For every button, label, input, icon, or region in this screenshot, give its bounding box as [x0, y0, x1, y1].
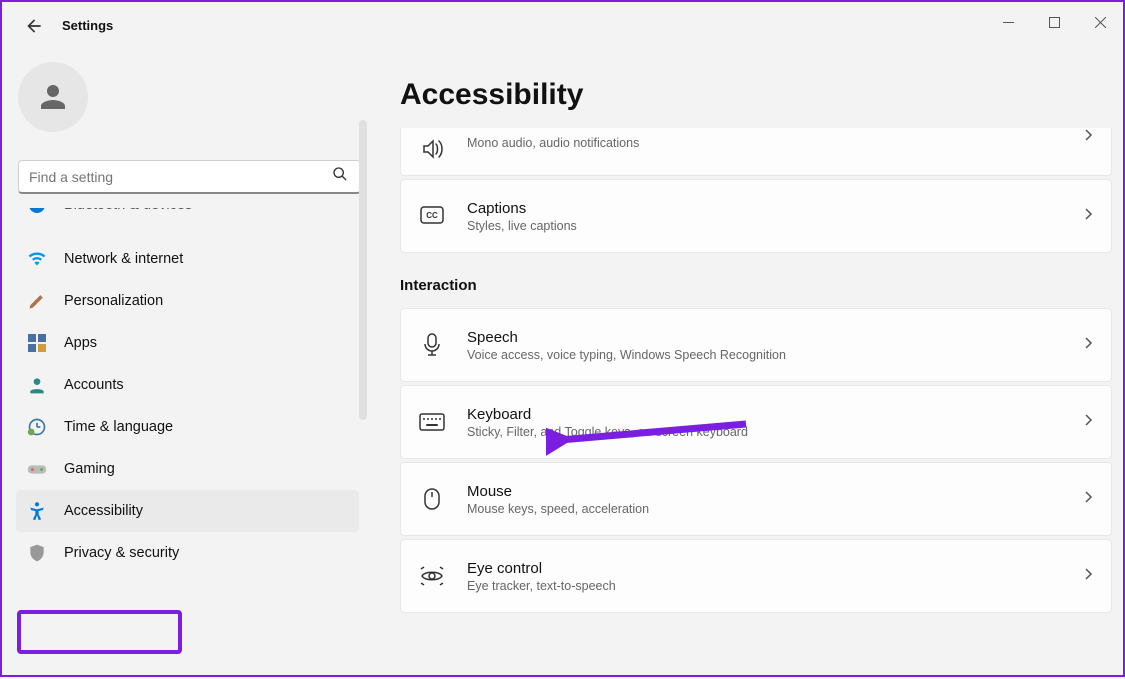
clock-icon — [26, 416, 48, 438]
card-title: Eye control — [467, 560, 1083, 577]
shield-icon — [26, 542, 48, 564]
sidebar-item-personalization[interactable]: Personalization — [16, 280, 359, 322]
search-icon — [332, 166, 350, 187]
section-header: Interaction — [400, 277, 1112, 294]
window-title: Settings — [62, 18, 113, 33]
sidebar-item-time[interactable]: Time & language — [16, 406, 359, 448]
sidebar-item-privacy[interactable]: Privacy & security — [16, 532, 359, 574]
card-captions[interactable]: CC Captions Styles, live captions — [400, 179, 1112, 253]
wifi-icon — [26, 248, 48, 270]
minimize-button[interactable] — [985, 6, 1031, 38]
captions-icon: CC — [419, 203, 445, 229]
sidebar-item-label: Privacy & security — [64, 545, 179, 561]
card-subtitle: Eye tracker, text-to-speech — [467, 579, 1083, 593]
maximize-button[interactable] — [1031, 6, 1077, 38]
sidebar-item-label: Apps — [64, 335, 97, 351]
gamepad-icon — [26, 458, 48, 480]
accessibility-icon — [26, 500, 48, 522]
sidebar-item-label: Accessibility — [64, 503, 143, 519]
back-button[interactable] — [24, 16, 48, 40]
page-title: Accessibility — [400, 78, 1112, 112]
card-subtitle: Voice access, voice typing, Windows Spee… — [467, 348, 1083, 362]
annotation-highlight — [17, 610, 182, 654]
sidebar-scrollbar[interactable] — [359, 120, 367, 420]
sidebar-item-label: Network & internet — [64, 251, 183, 267]
eye-icon — [419, 563, 445, 589]
search-input[interactable] — [18, 160, 361, 194]
svg-text:CC: CC — [426, 211, 438, 220]
audio-icon — [419, 136, 445, 162]
sidebar-item-accessibility[interactable]: Accessibility — [16, 490, 359, 532]
sidebar-item-label: Gaming — [64, 461, 115, 477]
chevron-right-icon — [1083, 336, 1097, 354]
apps-icon — [26, 332, 48, 354]
chevron-right-icon — [1083, 128, 1097, 146]
card-eye-control[interactable]: Eye control Eye tracker, text-to-speech — [400, 539, 1112, 613]
sidebar-item-label: Accounts — [64, 377, 124, 393]
card-mouse[interactable]: Mouse Mouse keys, speed, acceleration — [400, 462, 1112, 536]
person-icon — [26, 374, 48, 396]
bluetooth-icon — [26, 208, 48, 216]
card-title: Speech — [467, 329, 1083, 346]
sidebar-item-accounts[interactable]: Accounts — [16, 364, 359, 406]
card-title: Keyboard — [467, 406, 1083, 423]
sidebar-item-label: Bluetooth & devices — [64, 208, 192, 213]
chevron-right-icon — [1083, 567, 1097, 585]
card-subtitle: Mono audio, audio notifications — [467, 136, 1083, 150]
sidebar: Bluetooth & devices Network & internet P… — [2, 50, 367, 679]
avatar[interactable] — [18, 62, 88, 132]
mouse-icon — [419, 486, 445, 512]
chevron-right-icon — [1083, 413, 1097, 431]
search-field[interactable] — [29, 169, 324, 185]
card-audio[interactable]: Mono audio, audio notifications — [400, 128, 1112, 176]
chevron-right-icon — [1083, 490, 1097, 508]
keyboard-icon — [419, 409, 445, 435]
sidebar-item-label: Time & language — [64, 419, 173, 435]
main-content: Accessibility Mono audio, audio notifica… — [400, 50, 1112, 677]
sidebar-item-bluetooth[interactable]: Bluetooth & devices — [16, 208, 359, 226]
sidebar-item-gaming[interactable]: Gaming — [16, 448, 359, 490]
sidebar-item-apps[interactable]: Apps — [16, 322, 359, 364]
chevron-right-icon — [1083, 207, 1097, 225]
microphone-icon — [419, 332, 445, 358]
card-subtitle: Mouse keys, speed, acceleration — [467, 502, 1083, 516]
card-title: Captions — [467, 200, 1083, 217]
card-keyboard[interactable]: Keyboard Sticky, Filter, and Toggle keys… — [400, 385, 1112, 459]
brush-icon — [26, 290, 48, 312]
card-subtitle: Styles, live captions — [467, 219, 1083, 233]
close-button[interactable] — [1077, 6, 1123, 38]
sidebar-item-network[interactable]: Network & internet — [16, 238, 359, 280]
card-subtitle: Sticky, Filter, and Toggle keys, on-scre… — [467, 425, 1083, 439]
card-speech[interactable]: Speech Voice access, voice typing, Windo… — [400, 308, 1112, 382]
sidebar-item-label: Personalization — [64, 293, 163, 309]
card-title: Mouse — [467, 483, 1083, 500]
